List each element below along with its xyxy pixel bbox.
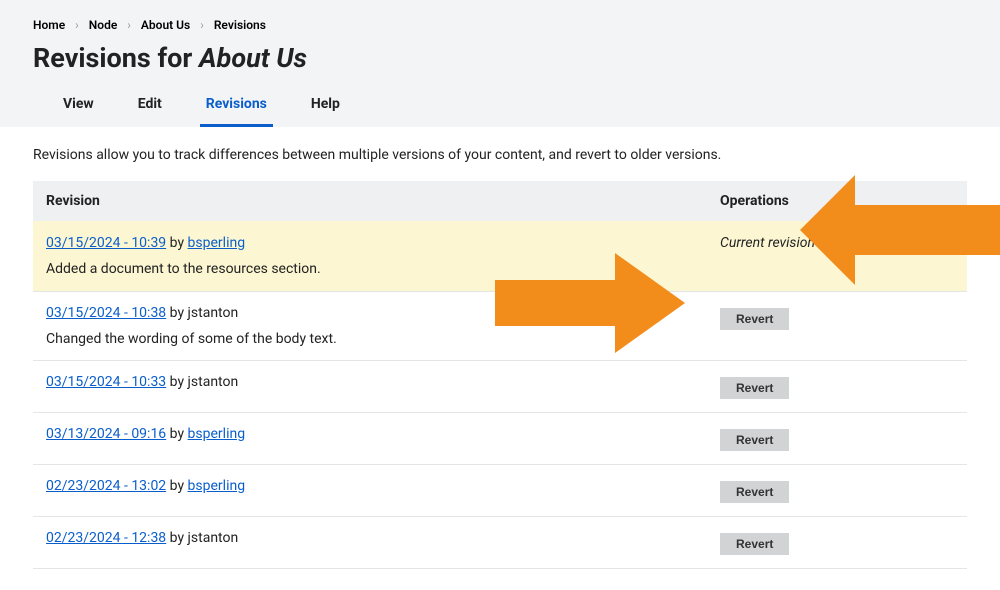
tab-revisions[interactable]: Revisions	[200, 86, 273, 127]
revert-button[interactable]: Revert	[720, 481, 789, 503]
chevron-right-icon: ›	[127, 18, 131, 32]
breadcrumb-about-us[interactable]: About Us	[141, 18, 190, 32]
revert-button[interactable]: Revert	[720, 533, 789, 555]
current-revision-label: Current revision	[720, 235, 815, 251]
operations-cell: Revert	[707, 361, 967, 413]
table-row: 03/15/2024 - 10:33 by jstanton Revert	[33, 361, 967, 413]
revision-cell: 03/13/2024 - 09:16 by bsperling	[33, 413, 707, 465]
table-row: 02/23/2024 - 13:02 by bsperling Revert	[33, 465, 967, 517]
operations-cell: Revert	[707, 517, 967, 569]
revision-author[interactable]: bsperling	[188, 426, 246, 442]
revision-timestamp-link[interactable]: 03/15/2024 - 10:38	[46, 305, 166, 321]
revert-button[interactable]: Revert	[720, 429, 789, 451]
revision-author[interactable]: bsperling	[188, 478, 246, 494]
chevron-right-icon: ›	[200, 18, 204, 32]
by-label: by	[166, 530, 187, 546]
revision-cell: 02/23/2024 - 12:38 by jstanton	[33, 517, 707, 569]
by-label: by	[166, 305, 187, 321]
revision-author[interactable]: bsperling	[188, 235, 246, 251]
revision-timestamp-link[interactable]: 03/13/2024 - 09:16	[46, 426, 166, 442]
operations-cell: Revert	[707, 413, 967, 465]
by-label: by	[166, 478, 187, 494]
col-operations: Operations	[707, 181, 967, 221]
chevron-right-icon: ›	[75, 18, 79, 32]
tab-view[interactable]: View	[57, 86, 100, 127]
by-label: by	[166, 426, 187, 442]
table-row: 03/15/2024 - 10:38 by jstanton Changed th…	[33, 292, 967, 361]
table-row: 03/15/2024 - 10:39 by bsperling Added a d…	[33, 221, 967, 292]
revision-timestamp-link[interactable]: 02/23/2024 - 13:02	[46, 478, 166, 494]
revision-timestamp-link[interactable]: 03/15/2024 - 10:33	[46, 374, 166, 390]
operations-cell: Current revision	[707, 221, 967, 292]
revision-cell: 03/15/2024 - 10:38 by jstanton Changed th…	[33, 292, 707, 361]
breadcrumb-home[interactable]: Home	[33, 18, 65, 32]
revision-cell: 03/15/2024 - 10:33 by jstanton	[33, 361, 707, 413]
by-label: by	[166, 235, 187, 251]
revert-button[interactable]: Revert	[720, 377, 789, 399]
revision-timestamp-link[interactable]: 03/15/2024 - 10:39	[46, 235, 166, 251]
breadcrumb-node[interactable]: Node	[89, 18, 118, 32]
revisions-table: Revision Operations 03/15/2024 - 10:39 b…	[33, 181, 967, 569]
tab-help[interactable]: Help	[305, 86, 346, 127]
revision-message: Added a document to the resources sectio…	[46, 261, 694, 277]
operations-cell: Revert	[707, 465, 967, 517]
revert-button[interactable]: Revert	[720, 308, 789, 330]
operations-cell: Revert	[707, 292, 967, 361]
revision-timestamp-link[interactable]: 02/23/2024 - 12:38	[46, 530, 166, 546]
breadcrumb-revisions[interactable]: Revisions	[214, 18, 266, 32]
revision-cell: 03/15/2024 - 10:39 by bsperling Added a d…	[33, 221, 707, 292]
tab-edit[interactable]: Edit	[132, 86, 168, 127]
by-label: by	[166, 374, 187, 390]
revision-message: Changed the wording of some of the body …	[46, 331, 694, 347]
revision-author: jstanton	[188, 374, 239, 390]
table-row: 02/23/2024 - 12:38 by jstanton Revert	[33, 517, 967, 569]
tabs: View Edit Revisions Help	[33, 86, 967, 127]
page-title: Revisions for About Us	[33, 42, 967, 74]
revision-cell: 02/23/2024 - 13:02 by bsperling	[33, 465, 707, 517]
revision-author: jstanton	[188, 530, 239, 546]
table-row: 03/13/2024 - 09:16 by bsperling Revert	[33, 413, 967, 465]
breadcrumb: Home › Node › About Us › Revisions	[33, 18, 967, 32]
col-revision: Revision	[33, 181, 707, 221]
intro-text: Revisions allow you to track differences…	[33, 147, 967, 163]
revision-author: jstanton	[188, 305, 239, 321]
